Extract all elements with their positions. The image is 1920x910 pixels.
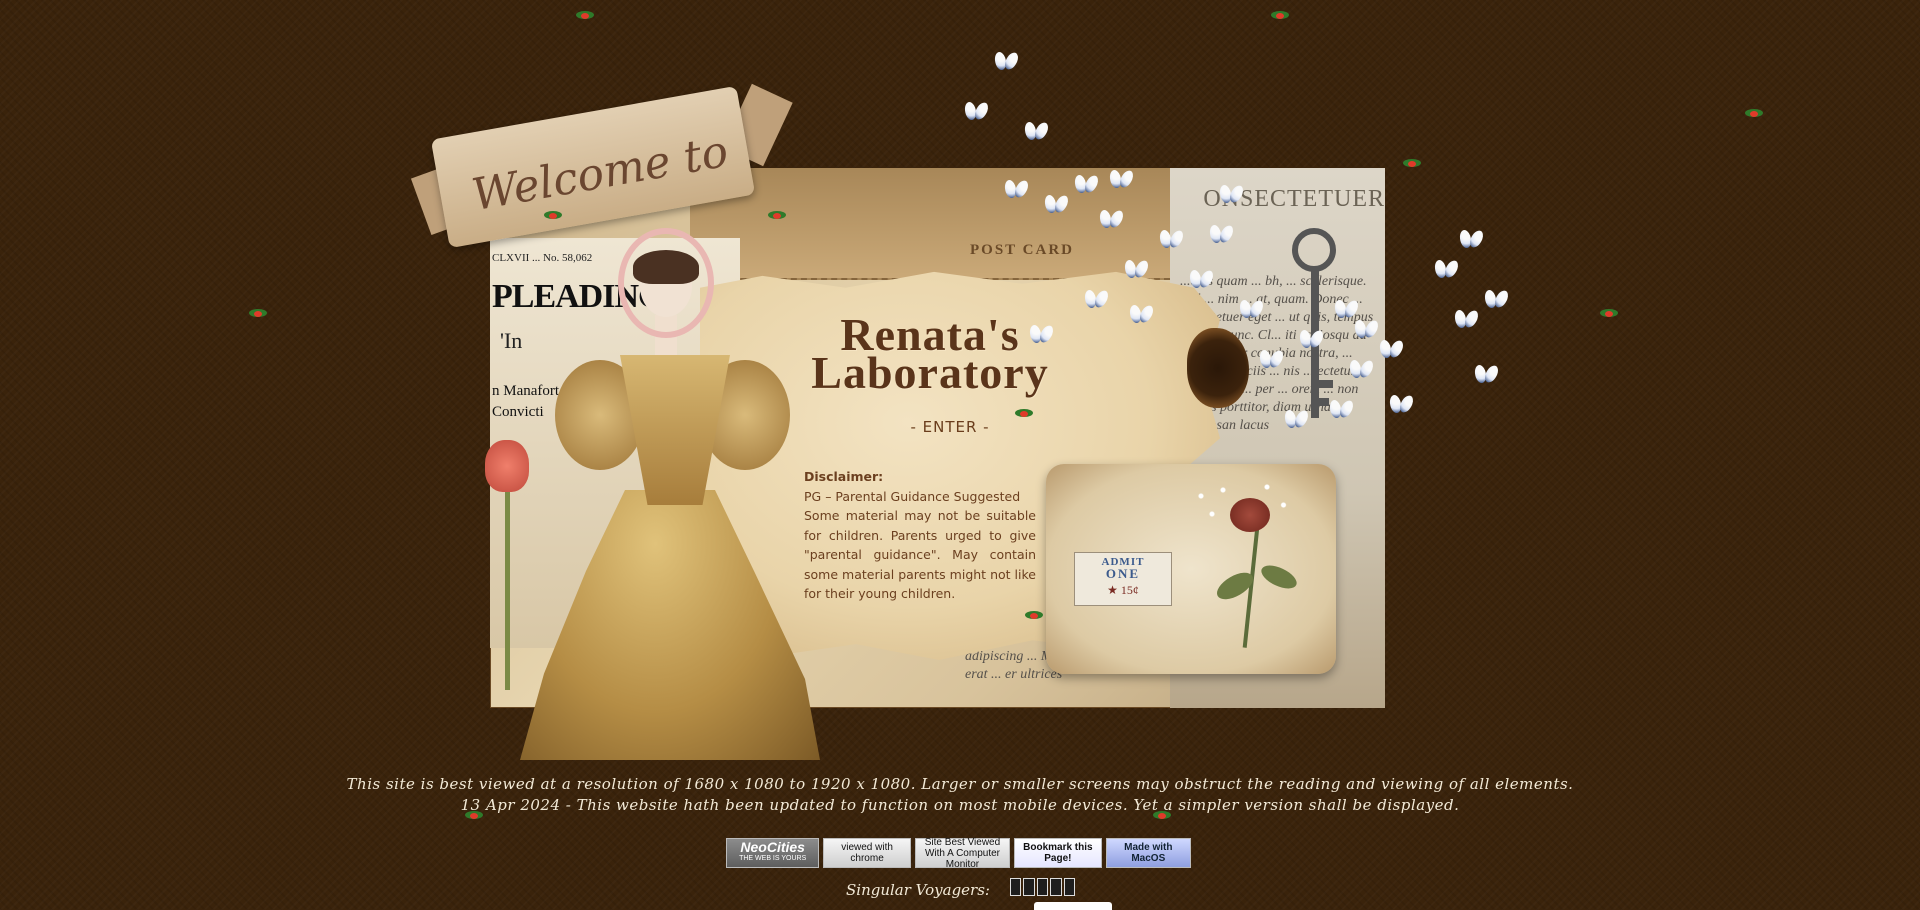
holly-icon — [249, 306, 267, 320]
visitor-counter — [1010, 878, 1076, 896]
butterfly-icon — [1285, 410, 1307, 428]
site-title-line2: Laboratory — [811, 347, 1049, 398]
butterfly-icon — [965, 102, 987, 120]
holly-icon — [1015, 406, 1033, 420]
newspaper-line: Convicti — [492, 404, 544, 420]
butterfly-icon — [1160, 230, 1182, 248]
postcard-label: POST CARD — [970, 242, 1074, 258]
butterfly-icon — [1025, 122, 1047, 140]
key-icon — [1292, 228, 1336, 272]
right-column-heading: ONSECTETUER — [1203, 186, 1385, 212]
butterfly-icon — [1130, 305, 1152, 323]
butterfly-icon — [1240, 300, 1262, 318]
holly-icon — [544, 208, 562, 222]
holly-icon — [1403, 156, 1421, 170]
butterfly-icon — [1300, 330, 1322, 348]
key-bit — [1319, 380, 1333, 388]
neocities-badge-label: NeoCities — [740, 839, 805, 855]
holly-icon — [768, 208, 786, 222]
butterfly-icon — [1350, 360, 1372, 378]
butterfly-icon — [1005, 180, 1027, 198]
butterfly-icon — [1435, 260, 1457, 278]
butterfly-icon — [1190, 270, 1212, 288]
butterfly-icon — [1390, 395, 1412, 413]
butterfly-icon — [1085, 290, 1107, 308]
holly-icon — [1600, 306, 1618, 320]
butterfly-icon — [1210, 225, 1232, 243]
tulip-stem — [505, 490, 510, 690]
monitor-badge[interactable]: Site Best Viewed With A Computer Monitor — [914, 837, 1011, 870]
macos-badge[interactable]: Made with MacOS — [1105, 838, 1192, 868]
butterfly-icon — [995, 52, 1017, 70]
butterfly-icon — [1045, 195, 1067, 213]
bookmark-badge[interactable]: Bookmark this Page! — [1014, 838, 1102, 868]
key-bit — [1319, 398, 1329, 406]
enter-link[interactable]: - ENTER - — [890, 418, 1010, 436]
butterfly-icon — [1335, 300, 1357, 318]
ticket-line2: ONE — [1105, 566, 1141, 581]
disclaimer: Disclaimer: PG – Parental Guidance Sugge… — [804, 467, 1036, 604]
butterfly-icon — [1355, 320, 1377, 338]
disclaimer-body: Some material may not be suitable for ch… — [804, 508, 1036, 601]
counter-digit — [1063, 878, 1076, 896]
butterfly-icon — [1475, 365, 1497, 383]
tulip-icon — [485, 440, 529, 492]
chrome-badge[interactable]: viewed with chrome — [823, 838, 911, 868]
holly-icon — [1745, 106, 1763, 120]
neocities-badge-sub: THE WEB IS YOURS — [739, 855, 807, 862]
butterfly-icon — [1380, 340, 1402, 358]
update-notice: 13 Apr 2024 - This website hath been upd… — [460, 796, 1460, 814]
neocities-badge[interactable]: NeoCities THE WEB IS YOURS — [726, 838, 820, 868]
newspaper-subhead: 'In — [500, 328, 523, 353]
butterfly-icon — [1260, 350, 1282, 368]
butterfly-icon — [1220, 185, 1242, 203]
ticket-price: ★ 15¢ — [1107, 583, 1139, 597]
butterfly-icon — [1125, 260, 1147, 278]
butterfly-icon — [1455, 310, 1477, 328]
counter-digit — [1050, 878, 1062, 896]
butterfly-icon — [1485, 290, 1507, 308]
counter-widget[interactable] — [1034, 902, 1112, 910]
holly-icon — [1025, 608, 1043, 622]
butterfly-icon — [1075, 175, 1097, 193]
site-title: Renata's Laboratory — [800, 312, 1060, 396]
burn-hole — [1187, 328, 1249, 408]
admit-one-ticket: ADMIT ONE ★ 15¢ — [1074, 552, 1172, 606]
postcard-strip — [690, 168, 1170, 280]
butterfly-icon — [1100, 210, 1122, 228]
visitor-counter-label: Singular Voyagers: — [846, 881, 990, 899]
badge-row: NeoCities THE WEB IS YOURS viewed with c… — [726, 837, 1192, 870]
rose-icon — [1230, 498, 1270, 532]
counter-digit — [1023, 878, 1035, 896]
butterfly-icon — [1330, 400, 1352, 418]
counter-digit — [1036, 878, 1049, 896]
butterfly-icon — [1030, 325, 1052, 343]
resolution-notice: This site is best viewed at a resolution… — [346, 775, 1574, 793]
lady-bonnet — [618, 228, 714, 338]
butterfly-icon — [1110, 170, 1132, 188]
disclaimer-rating: PG – Parental Guidance Suggested — [804, 488, 1021, 504]
holly-icon — [576, 8, 594, 22]
disclaimer-title: Disclaimer: — [804, 469, 884, 484]
butterfly-icon — [1460, 230, 1482, 248]
counter-digit — [1010, 878, 1022, 896]
holly-icon — [1271, 8, 1289, 22]
